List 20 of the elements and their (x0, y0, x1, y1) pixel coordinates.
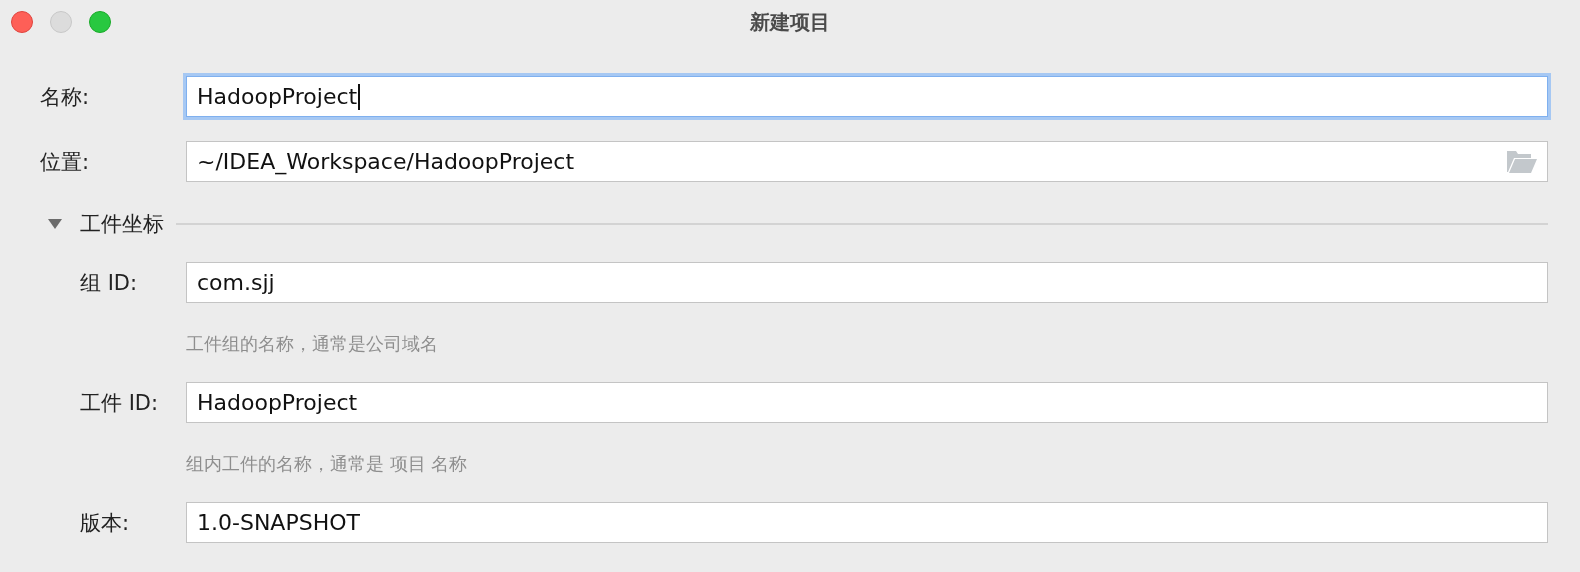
close-button[interactable] (11, 11, 33, 33)
window-title: 新建项目 (750, 8, 830, 36)
hint-text: 工件组的名称，通常是公司域名 (186, 332, 439, 356)
zoom-button[interactable] (89, 11, 111, 33)
disclosure-triangle-icon[interactable] (48, 219, 62, 229)
text-caret (358, 83, 360, 110)
field-label: 名称: (40, 83, 91, 111)
field-label: 位置: (40, 148, 91, 176)
text-field[interactable]: HadoopProject (186, 382, 1548, 423)
folder-icon[interactable] (1507, 150, 1537, 173)
text-field[interactable]: com.sjj (186, 262, 1548, 303)
hint-text: 组内工件的名称，通常是 项目 名称 (186, 452, 469, 476)
text-field[interactable]: ~/IDEA_Workspace/HadoopProject (186, 141, 1548, 182)
text-field[interactable]: HadoopProject (186, 76, 1548, 117)
section-title: 工件坐标 (80, 211, 164, 238)
minimize-button[interactable] (50, 11, 72, 33)
text-field[interactable]: 1.0-SNAPSHOT (186, 502, 1548, 543)
field-label: 组 ID: (80, 269, 139, 297)
field-label: 工件 ID: (80, 389, 160, 417)
field-label: 版本: (80, 509, 131, 537)
